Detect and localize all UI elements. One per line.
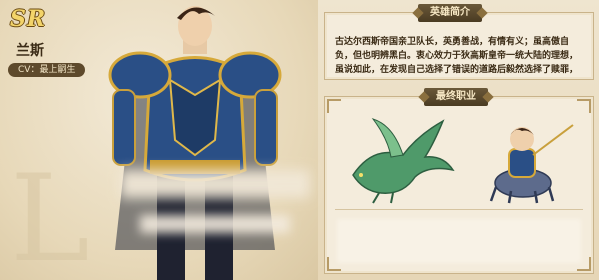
rarity-badge: SR bbox=[10, 6, 47, 32]
frame-corner bbox=[577, 99, 591, 113]
profile-title: 英雄简介 bbox=[418, 4, 482, 22]
blur-overlay bbox=[120, 170, 310, 198]
dragon-icon bbox=[352, 118, 455, 204]
info-panel: 古达尔西斯帝国亲卫队长，英勇善战，有情有义；虽高傲自负，但也明辨黑白。衷心效力于… bbox=[318, 0, 599, 280]
final-class-illustration bbox=[352, 118, 574, 204]
frame-corner bbox=[327, 99, 341, 113]
profile-text: 古达尔西斯帝国亲卫队长，英勇善战，有情有义；虽高傲自负，但也明辨黑白。衷心效力于… bbox=[335, 37, 579, 75]
watermark-letter: L bbox=[10, 150, 90, 280]
blur-overlay-3 bbox=[337, 219, 581, 263]
chibi-knight-icon bbox=[489, 124, 574, 204]
final-class-title: 最终职业 bbox=[424, 88, 488, 106]
hero-name: 兰斯 bbox=[16, 43, 44, 59]
divider bbox=[335, 209, 583, 210]
hero-illustration bbox=[108, 6, 282, 280]
final-class-card bbox=[324, 96, 594, 274]
hero-detail-screen: L SR 兰斯 CV：最上嗣生 古达尔西斯帝国亲卫队长，英勇善战，有情有义；虽高… bbox=[0, 0, 599, 280]
blur-overlay-2 bbox=[140, 215, 290, 233]
voice-actor-tag: CV：最上嗣生 bbox=[8, 63, 86, 77]
profile-card: 古达尔西斯帝国亲卫队长，英勇善战，有情有义；虽高傲自负，但也明辨黑白。衷心效力于… bbox=[324, 12, 594, 80]
